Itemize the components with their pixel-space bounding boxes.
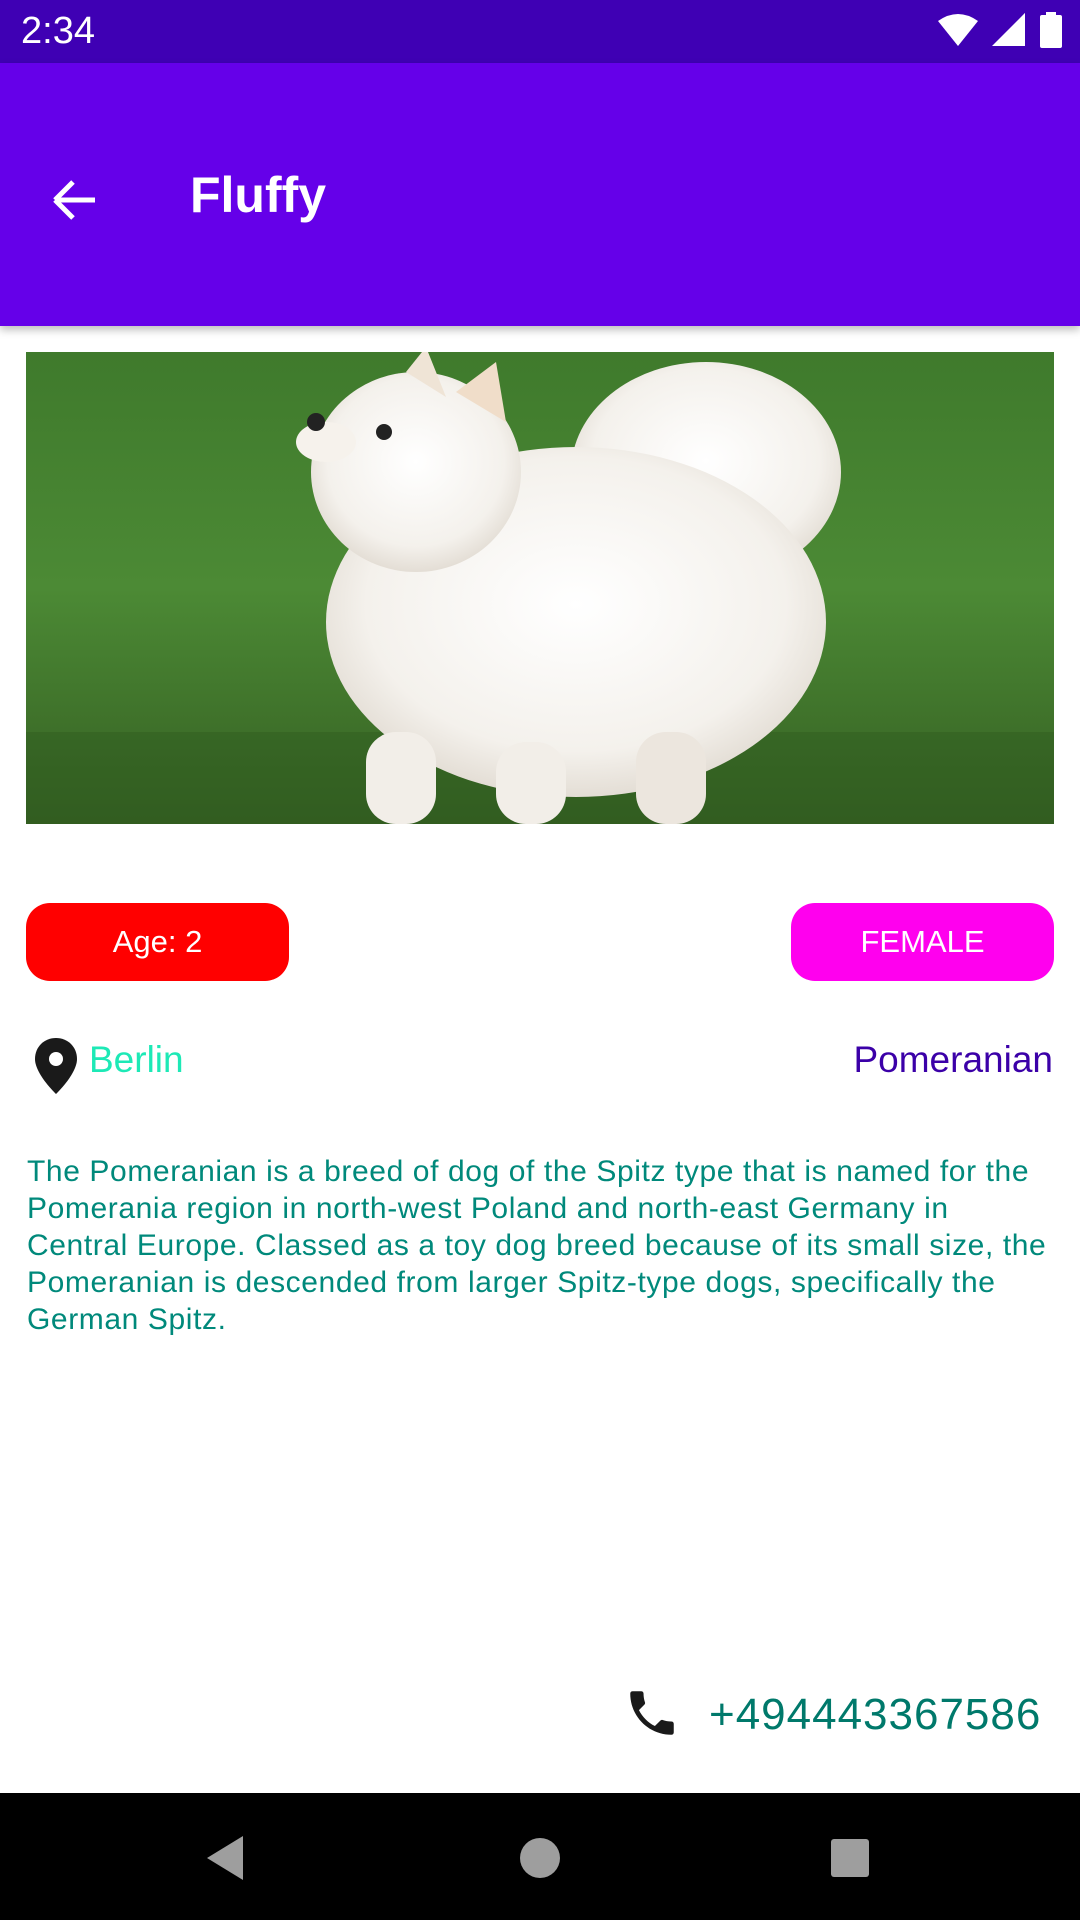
phone-icon[interactable] [623, 1684, 681, 1742]
wifi-icon [938, 14, 978, 46]
location-pin-icon [35, 1038, 77, 1094]
status-bar: 2:34 [0, 0, 1080, 63]
gender-chip[interactable]: FEMALE [791, 903, 1054, 981]
phone-number[interactable]: +494443367586 [709, 1690, 1041, 1740]
status-time: 2:34 [21, 10, 95, 52]
home-circle-icon[interactable] [510, 1828, 570, 1888]
recents-square-icon[interactable] [820, 1828, 880, 1888]
dog-photo [26, 352, 1054, 824]
battery-icon [1040, 12, 1062, 48]
back-triangle-icon[interactable] [195, 1828, 255, 1888]
app-bar: Fluffy [0, 63, 1080, 326]
location-text: Berlin [89, 1039, 184, 1080]
age-chip[interactable]: Age: 2 [26, 903, 289, 981]
pet-description: The Pomeranian is a breed of dog of the … [27, 1155, 1047, 1336]
page-title: Fluffy [190, 167, 327, 223]
back-button[interactable] [40, 165, 110, 235]
breed-text: Pomeranian [853, 1039, 1053, 1080]
signal-icon [992, 13, 1025, 46]
status-icons [938, 12, 1062, 48]
pet-photo [26, 352, 1054, 824]
arrow-back-icon [53, 180, 95, 220]
system-nav-bar [0, 1793, 1080, 1920]
